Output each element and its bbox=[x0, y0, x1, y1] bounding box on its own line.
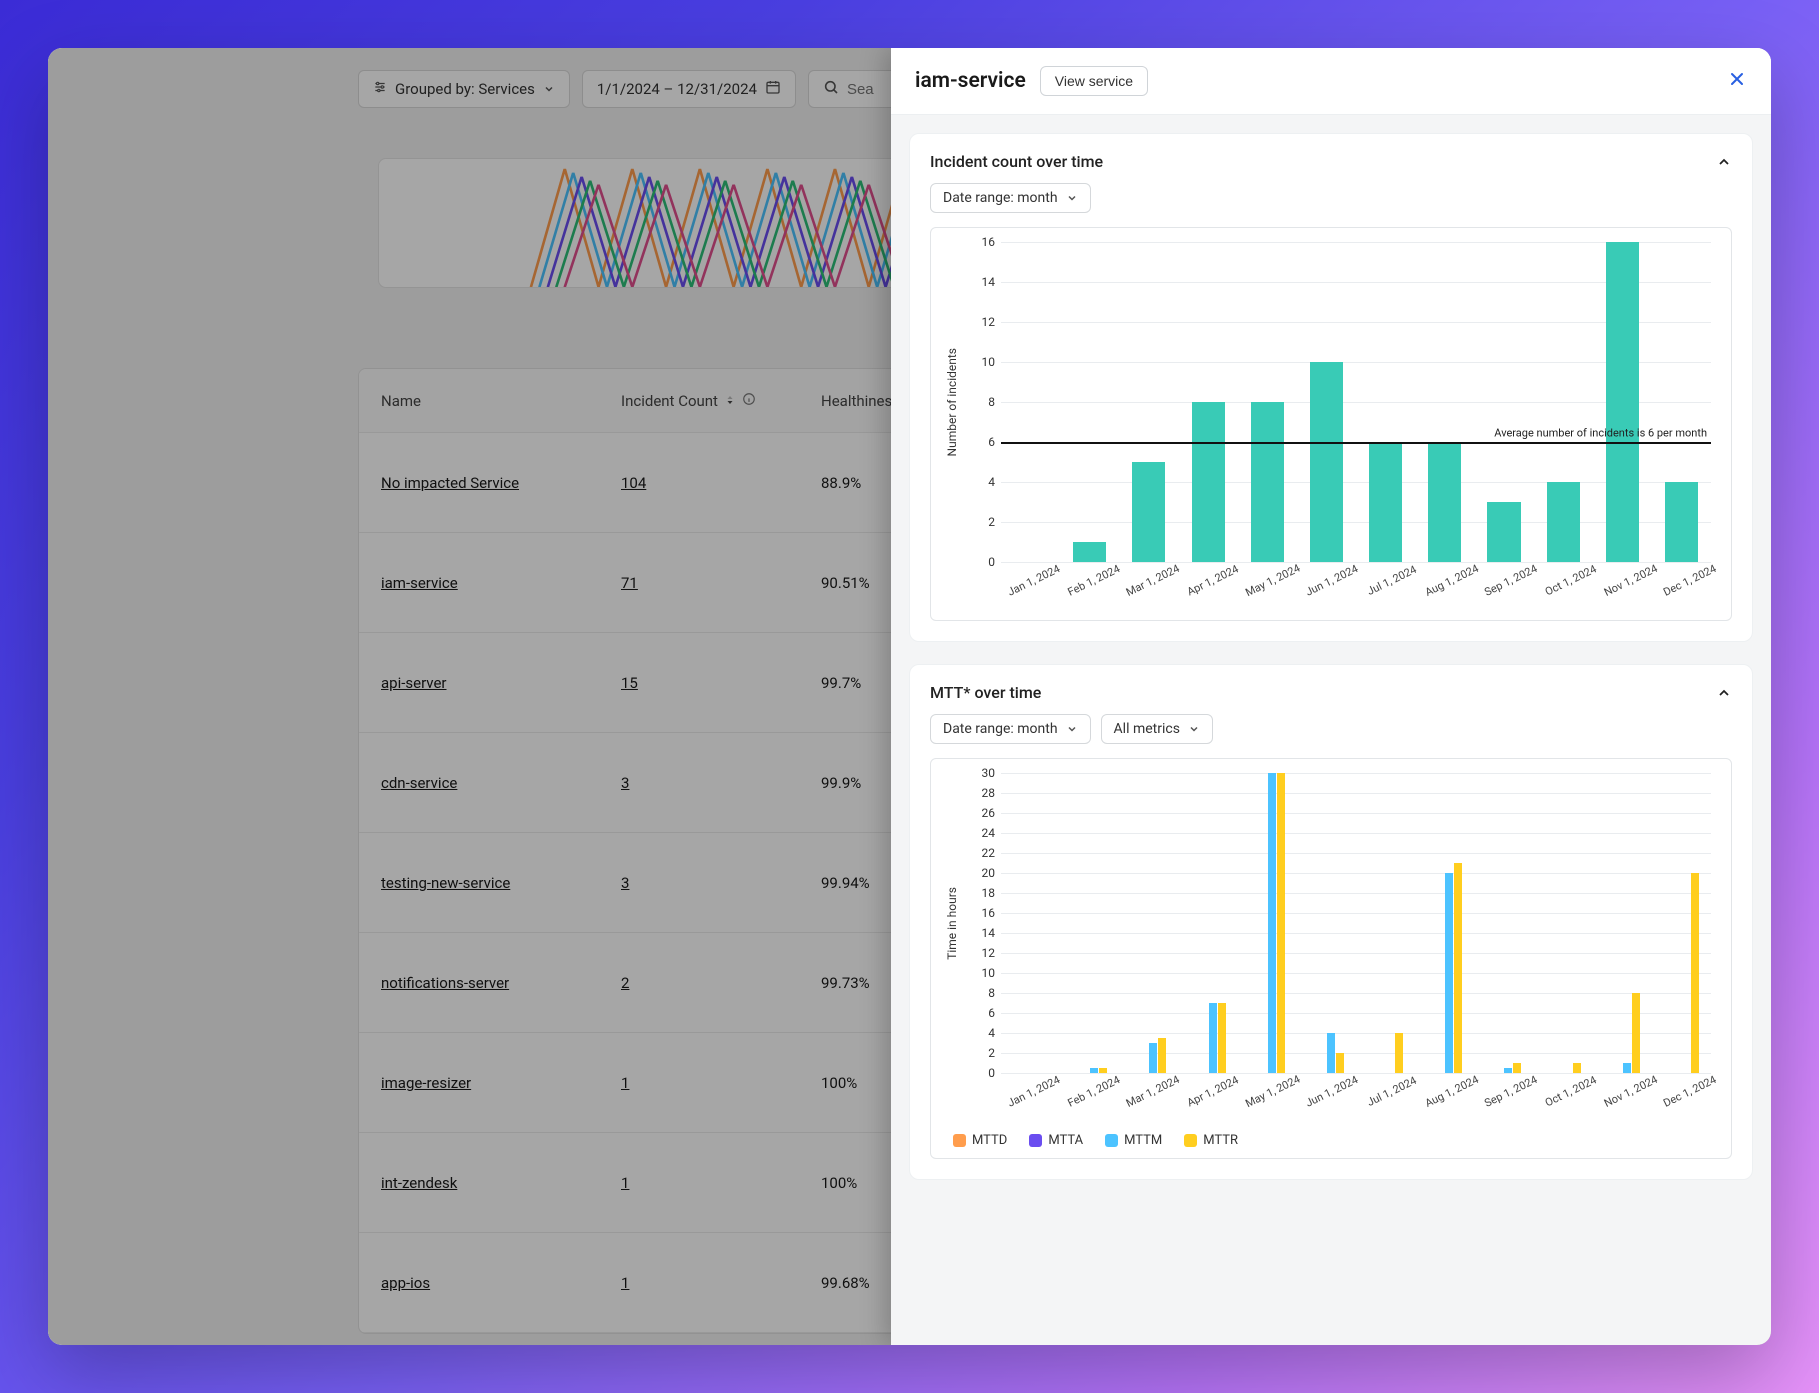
collapse-card-button[interactable] bbox=[1716, 154, 1732, 170]
chevron-down-icon bbox=[1188, 723, 1200, 735]
bar[interactable] bbox=[1192, 402, 1225, 562]
bar[interactable] bbox=[1218, 1003, 1226, 1073]
metric-selector[interactable]: All metrics bbox=[1101, 714, 1213, 744]
chevron-down-icon bbox=[543, 83, 555, 95]
mtt-chart: Time in hours 02468101214161820222426283… bbox=[930, 758, 1732, 1159]
incident-count-link[interactable]: 2 bbox=[621, 974, 821, 992]
legend-item: MTTA bbox=[1029, 1133, 1083, 1148]
card-title: Incident count over time bbox=[930, 152, 1103, 171]
service-name-link[interactable]: notifications-server bbox=[381, 974, 621, 992]
calendar-icon bbox=[765, 79, 781, 99]
info-icon[interactable] bbox=[742, 392, 756, 410]
bar[interactable] bbox=[1149, 1043, 1157, 1073]
bar[interactable] bbox=[1310, 362, 1343, 562]
close-panel-button[interactable] bbox=[1727, 69, 1747, 93]
bar[interactable] bbox=[1158, 1038, 1166, 1073]
bar[interactable] bbox=[1251, 402, 1284, 562]
sliders-icon bbox=[373, 80, 387, 98]
bar[interactable] bbox=[1073, 542, 1106, 562]
y-axis-label: Number of incidents bbox=[945, 348, 959, 456]
collapse-card-button[interactable] bbox=[1716, 685, 1732, 701]
bar[interactable] bbox=[1327, 1033, 1335, 1073]
bar[interactable] bbox=[1691, 873, 1699, 1073]
legend-item: MTTM bbox=[1105, 1133, 1162, 1148]
incident-count-link[interactable]: 15 bbox=[621, 674, 821, 692]
chevron-down-icon bbox=[1066, 192, 1078, 204]
column-header-incident-count[interactable]: Incident Count bbox=[621, 392, 821, 410]
bar[interactable] bbox=[1504, 1068, 1512, 1073]
bar[interactable] bbox=[1277, 773, 1285, 1073]
chevron-down-icon bbox=[1066, 723, 1078, 735]
bar[interactable] bbox=[1445, 873, 1453, 1073]
bar[interactable] bbox=[1268, 773, 1276, 1073]
bar[interactable] bbox=[1369, 442, 1402, 562]
group-by-label: Grouped by: Services bbox=[395, 80, 535, 98]
bar[interactable] bbox=[1395, 1033, 1403, 1073]
service-name-link[interactable]: iam-service bbox=[381, 574, 621, 592]
bar[interactable] bbox=[1632, 993, 1640, 1073]
bar[interactable] bbox=[1665, 482, 1698, 562]
incident-count-link[interactable]: 1 bbox=[621, 1274, 821, 1292]
bar[interactable] bbox=[1547, 482, 1580, 562]
incident-count-link[interactable]: 3 bbox=[621, 774, 821, 792]
bar[interactable] bbox=[1132, 462, 1165, 562]
legend-item: MTTD bbox=[953, 1133, 1007, 1148]
date-range-selector[interactable]: Date range: month bbox=[930, 183, 1091, 213]
panel-header: iam-service View service bbox=[891, 48, 1771, 115]
date-range-selector[interactable]: Date range: month bbox=[930, 714, 1091, 744]
service-name-link[interactable]: int-zendesk bbox=[381, 1174, 621, 1192]
incident-count-link[interactable]: 3 bbox=[621, 874, 821, 892]
mtt-card: MTT* over time Date range: month All met… bbox=[909, 664, 1753, 1180]
chart-legend: MTTD MTTA MTTM MTTR bbox=[945, 1133, 1717, 1148]
service-name-link[interactable]: app-ios bbox=[381, 1274, 621, 1292]
incident-count-chart: Number of incidents 0246810121416Average… bbox=[930, 227, 1732, 621]
date-range-text: 1/1/2024 – 12/31/2024 bbox=[597, 80, 757, 98]
card-title: MTT* over time bbox=[930, 683, 1041, 702]
group-by-selector[interactable]: Grouped by: Services bbox=[358, 70, 570, 108]
column-header-name[interactable]: Name bbox=[381, 392, 621, 410]
date-range-picker[interactable]: 1/1/2024 – 12/31/2024 bbox=[582, 70, 796, 108]
bar[interactable] bbox=[1209, 1003, 1217, 1073]
bar[interactable] bbox=[1487, 502, 1520, 562]
incident-count-link[interactable]: 71 bbox=[621, 574, 821, 592]
bar[interactable] bbox=[1606, 242, 1639, 562]
legend-item: MTTR bbox=[1184, 1133, 1238, 1148]
y-axis-label: Time in hours bbox=[945, 887, 959, 960]
incident-count-card: Incident count over time Date range: mon… bbox=[909, 133, 1753, 642]
bar[interactable] bbox=[1623, 1063, 1631, 1073]
bar[interactable] bbox=[1454, 863, 1462, 1073]
service-name-link[interactable]: testing-new-service bbox=[381, 874, 621, 892]
service-name-link[interactable]: No impacted Service bbox=[381, 474, 621, 492]
service-name-link[interactable]: cdn-service bbox=[381, 774, 621, 792]
service-detail-panel: iam-service View service Incident count … bbox=[891, 48, 1771, 1345]
sort-desc-icon bbox=[724, 392, 736, 410]
search-icon bbox=[823, 79, 839, 99]
panel-title: iam-service bbox=[915, 69, 1026, 93]
bar[interactable] bbox=[1428, 442, 1461, 562]
incident-count-link[interactable]: 1 bbox=[621, 1174, 821, 1192]
view-service-button[interactable]: View service bbox=[1040, 66, 1148, 96]
average-annotation: Average number of incidents is 6 per mon… bbox=[1494, 426, 1707, 439]
service-name-link[interactable]: image-resizer bbox=[381, 1074, 621, 1092]
service-name-link[interactable]: api-server bbox=[381, 674, 621, 692]
incident-count-link[interactable]: 104 bbox=[621, 474, 821, 492]
incident-count-link[interactable]: 1 bbox=[621, 1074, 821, 1092]
